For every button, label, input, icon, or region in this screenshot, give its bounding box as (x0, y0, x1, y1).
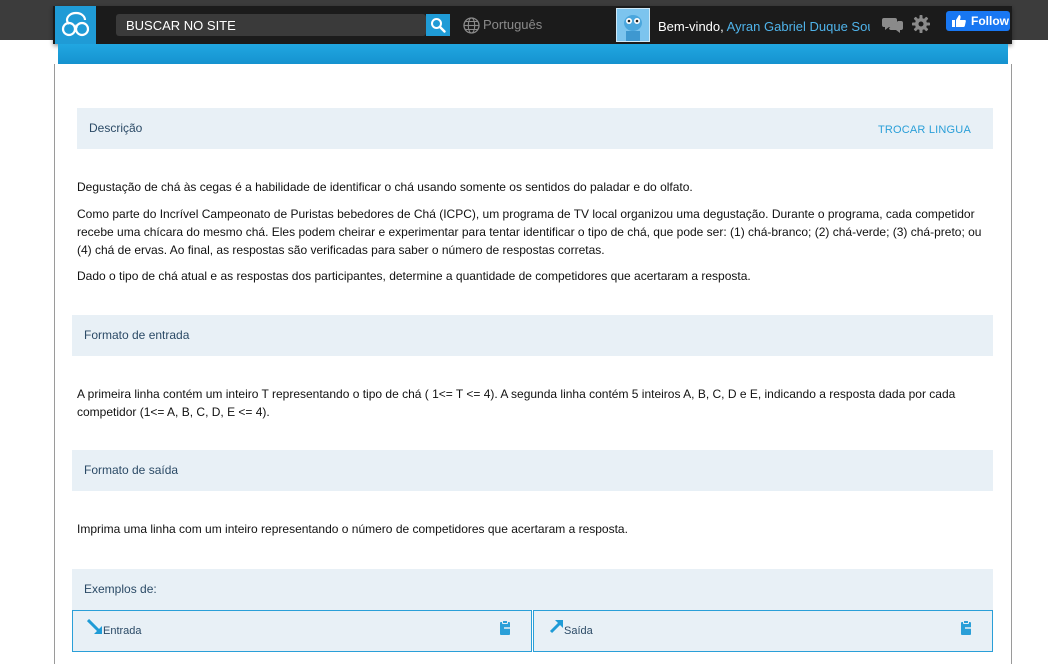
input-format-heading: Formato de entrada (84, 328, 190, 342)
description-header: Descrição TROCAR LINGUA (77, 108, 993, 149)
examples-heading: Exemplos de: (84, 582, 157, 596)
example-input-cell: Entrada (72, 610, 532, 652)
search-icon (431, 18, 446, 33)
gear-icon[interactable] (912, 15, 930, 33)
search-button[interactable] (426, 14, 450, 36)
input-arrow-icon (87, 619, 102, 634)
output-format-header: Formato de saída (72, 450, 993, 491)
description-heading: Descrição (89, 121, 143, 135)
messages-icon[interactable] (882, 16, 904, 34)
change-language-link[interactable]: TROCAR LINGUA (878, 124, 971, 136)
follow-label: Follow (971, 14, 1009, 28)
output-arrow-icon (549, 620, 563, 634)
output-format-heading: Formato de saída (84, 463, 179, 477)
welcome-prefix: Bem-vindo, (658, 19, 724, 34)
input-format-header: Formato de entrada (72, 315, 993, 356)
description-paragraph-2: Como parte do Incrível Campeonato de Pur… (77, 207, 982, 257)
language-label: Português (483, 17, 543, 32)
description-paragraph-3: Dado o tipo de chá atual e as respostas … (77, 269, 751, 283)
avatar-robot-icon (617, 9, 649, 41)
example-output-label: Saída (564, 625, 593, 637)
site-logo-icon (61, 11, 90, 37)
avatar[interactable] (616, 8, 650, 42)
example-input-label: Entrada (103, 625, 142, 637)
welcome-message: Bem-vindo, Ayran Gabriel Duque Sou... (658, 19, 870, 34)
user-name-link[interactable]: Ayran Gabriel Duque Sou... (727, 19, 870, 34)
top-navigation-bar: Português Bem-vindo, Ayran Gabriel Duque… (53, 6, 1012, 44)
search-box (116, 14, 432, 36)
examples-header: Exemplos de: (72, 569, 993, 610)
search-input[interactable] (116, 14, 432, 36)
blue-header-band (58, 44, 1008, 64)
copy-clipboard-icon[interactable] (498, 620, 513, 636)
facebook-like-icon (952, 15, 966, 27)
copy-clipboard-icon[interactable] (959, 620, 974, 636)
facebook-follow-button[interactable]: Follow (946, 11, 1010, 31)
example-output-cell: Saída (533, 610, 993, 652)
globe-icon (463, 17, 480, 34)
output-format-text: Imprima uma linha com um inteiro represe… (77, 522, 628, 536)
description-paragraph-1: Degustação de chá às cegas é a habilidad… (77, 180, 693, 194)
site-logo[interactable] (55, 6, 96, 44)
input-format-text: A primeira linha contém um inteiro T rep… (77, 387, 956, 419)
